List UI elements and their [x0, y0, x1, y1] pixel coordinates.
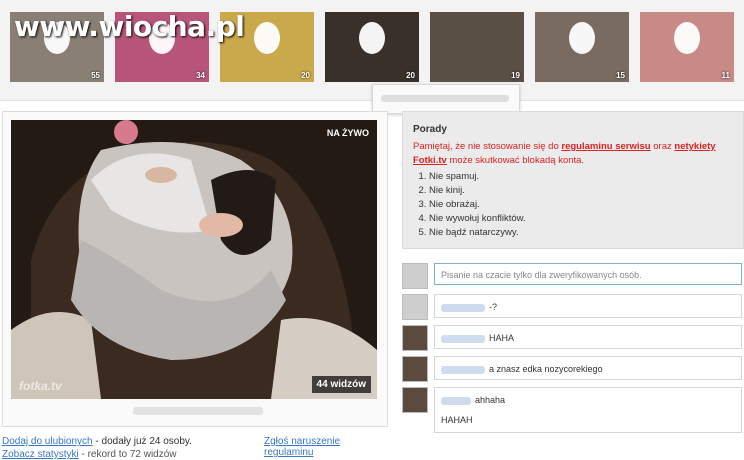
stats-link[interactable]: Zobacz statystyki: [2, 449, 79, 460]
username[interactable]: [441, 396, 471, 405]
favorite-count-text: - dodały już 24 osoby.: [92, 436, 192, 447]
message-line: ahhaha: [441, 388, 741, 412]
warning-text: oraz: [650, 141, 675, 152]
thumbnail-count: 55: [91, 71, 100, 80]
thumbnail-count: 34: [196, 71, 205, 80]
avatar: [402, 387, 428, 413]
rule-item: Nie spamuj.: [429, 170, 526, 184]
record-text: - rekord to 72 widzów: [78, 449, 177, 460]
viewer-count: 44 widzów: [311, 376, 371, 393]
tips-title: Porady: [413, 124, 447, 135]
message-bubble: HAHA: [434, 325, 742, 349]
message-text-extra: HAHAH: [441, 415, 473, 425]
rule-item: Nie bądź natarczywy.: [429, 226, 526, 240]
thumbnail-count: 20: [301, 71, 310, 80]
rules-list: Nie spamuj. Nie kinij. Nie obrażaj. Nie …: [413, 170, 526, 240]
message-text: a znasz edka nozycorekiego: [489, 364, 603, 374]
avatar: [402, 294, 428, 320]
thumbnail-count: 19: [511, 71, 520, 80]
terms-link[interactable]: regulaminu serwisu: [561, 141, 650, 152]
rule-item: Nie wywołuj konfliktów.: [429, 212, 526, 226]
chat-input[interactable]: Pisanie na czacie tylko dla zweryfikowan…: [434, 263, 742, 285]
message-text: -?: [489, 302, 498, 312]
live-video[interactable]: NA ŻYWO fotka.tv 44 widzów: [11, 120, 377, 399]
thumbnail-count: 11: [721, 71, 730, 80]
warning-text: Pamiętaj, że nie stosowanie się do: [413, 141, 562, 152]
video-panel: NA ŻYWO fotka.tv 44 widzów: [2, 111, 388, 427]
stats-line: Zobacz statystyki - rekord to 72 widzów: [2, 449, 177, 460]
tips-panel: Porady Pamiętaj, że nie stosowanie się d…: [402, 111, 744, 249]
username[interactable]: [441, 334, 485, 343]
thumbnail-count: 20: [406, 71, 415, 80]
rules-warning: Pamiętaj, że nie stosowanie się do regul…: [413, 140, 733, 168]
thumbnail-count: 15: [616, 71, 625, 80]
rule-item: Nie kinij.: [429, 184, 526, 198]
avatar: [402, 325, 428, 351]
thumbnail-6[interactable]: 15: [535, 12, 629, 82]
username[interactable]: [441, 365, 485, 374]
avatar: [402, 263, 428, 289]
username[interactable]: [441, 303, 485, 312]
thumbnail-5[interactable]: 19: [430, 12, 524, 82]
message-text: HAHA: [489, 333, 515, 343]
thumbnail-4[interactable]: 20: [325, 12, 419, 82]
message-bubble: ahhaha HAHAH: [434, 387, 742, 433]
report-link[interactable]: Zgłoś naruszenie regulaminu: [264, 436, 392, 458]
rule-item: Nie obrażaj.: [429, 198, 526, 212]
live-badge: NA ŻYWO: [326, 128, 369, 138]
video-image: [11, 120, 377, 399]
video-caption: [133, 407, 263, 415]
message-text: ahhaha: [475, 395, 506, 405]
message-bubble: -?: [434, 294, 742, 318]
avatar: [402, 356, 428, 382]
thumbnail-7[interactable]: 11: [640, 12, 734, 82]
warning-text: może skutkować blokadą konta.: [446, 155, 585, 166]
message-bubble: a znasz edka nozycorekiego: [434, 356, 742, 380]
video-links: Dodaj do ulubionych - dodały już 24 osob…: [2, 436, 392, 460]
add-favorite-link[interactable]: Dodaj do ulubionych: [2, 436, 93, 447]
fotka-watermark: fotka.tv: [19, 379, 62, 393]
site-logo: www.wiocha.pl: [14, 10, 245, 43]
thumbnail-tooltip: [372, 84, 520, 114]
